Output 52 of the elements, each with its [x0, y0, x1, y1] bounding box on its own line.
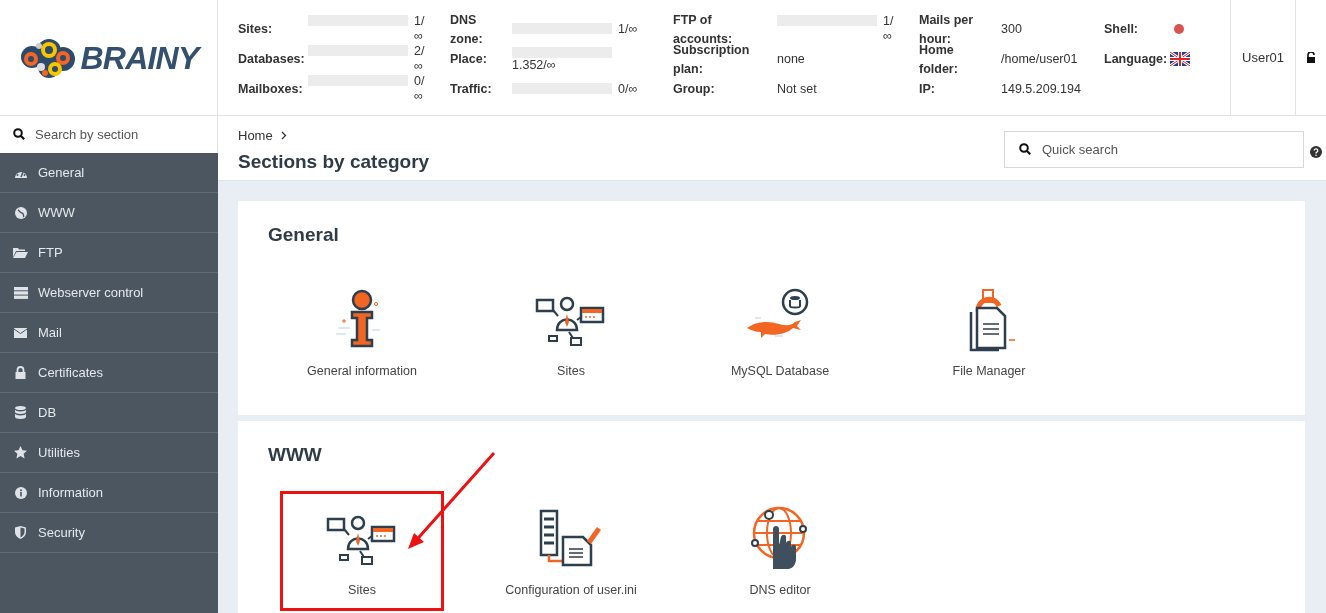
database-icon — [15, 406, 26, 419]
lock-icon — [15, 366, 26, 379]
stat-label: Traffic: — [450, 82, 492, 97]
stat-label: Language: — [1104, 52, 1168, 67]
shield-icon — [15, 526, 26, 539]
section-tile[interactable]: File Manager — [907, 271, 1071, 392]
globe-icon — [14, 206, 27, 219]
stat-label: IP: — [919, 82, 935, 97]
star-icon — [14, 446, 27, 459]
usage-value: 1/∞ — [618, 21, 638, 36]
usage-value: 0/∞ — [618, 81, 638, 96]
usage-value: 1/∞ — [883, 14, 894, 43]
breadcrumb-link[interactable]: Home — [238, 126, 273, 146]
usage-value: 1/∞ — [414, 14, 425, 43]
stat-value: none — [777, 51, 805, 67]
envelope-icon — [14, 327, 27, 338]
stat-label: DNS zone: — [450, 12, 483, 46]
page-title: Sections by category — [238, 149, 430, 174]
usage-value: 0/∞ — [414, 74, 425, 103]
search-icon — [13, 128, 25, 140]
stat-value: /home/user01 — [1001, 51, 1078, 67]
quick-search-field[interactable]: Quick search — [1004, 131, 1304, 168]
stat-value: Not set — [777, 81, 817, 97]
section-tile[interactable]: Configuration of user.ini — [489, 491, 653, 611]
chevron-icon — [280, 131, 287, 141]
section-tile[interactable]: Sites — [489, 271, 653, 392]
stat-label: Sites: — [238, 22, 273, 37]
uk-flag-icon[interactable] — [1170, 52, 1190, 66]
stat-label: Group: — [673, 82, 715, 97]
section-tile[interactable]: Sites — [280, 491, 444, 611]
stat-label: Databases: — [238, 52, 305, 67]
server-icon — [13, 286, 28, 299]
section-title: WWW — [268, 442, 323, 467]
user-name[interactable]: User01 — [1242, 47, 1284, 68]
stat-value: 300 — [1001, 21, 1022, 37]
search-icon — [1019, 143, 1031, 155]
usage-value: 2/∞ — [414, 44, 425, 73]
lock-icon[interactable] — [1306, 52, 1316, 63]
stat-label: Shell: — [1104, 22, 1139, 37]
help-icon[interactable] — [1310, 145, 1322, 158]
stat-value: 149.5.209.194 — [1001, 81, 1081, 97]
section-tile[interactable]: General information — [280, 271, 444, 392]
section-title: General — [268, 223, 340, 247]
stat-label: Mailboxes: — [238, 82, 303, 97]
usage-value: 1.352/∞ — [512, 57, 556, 72]
section-tile[interactable]: DNS editor — [698, 491, 862, 611]
info-icon — [14, 486, 27, 499]
stat-label: Place: — [450, 52, 487, 67]
sidebar-item[interactable]: Webserver control — [0, 273, 218, 313]
section-tile[interactable]: MySQL Database — [698, 271, 862, 392]
folder-icon — [13, 247, 28, 258]
gears-icon — [18, 36, 77, 79]
